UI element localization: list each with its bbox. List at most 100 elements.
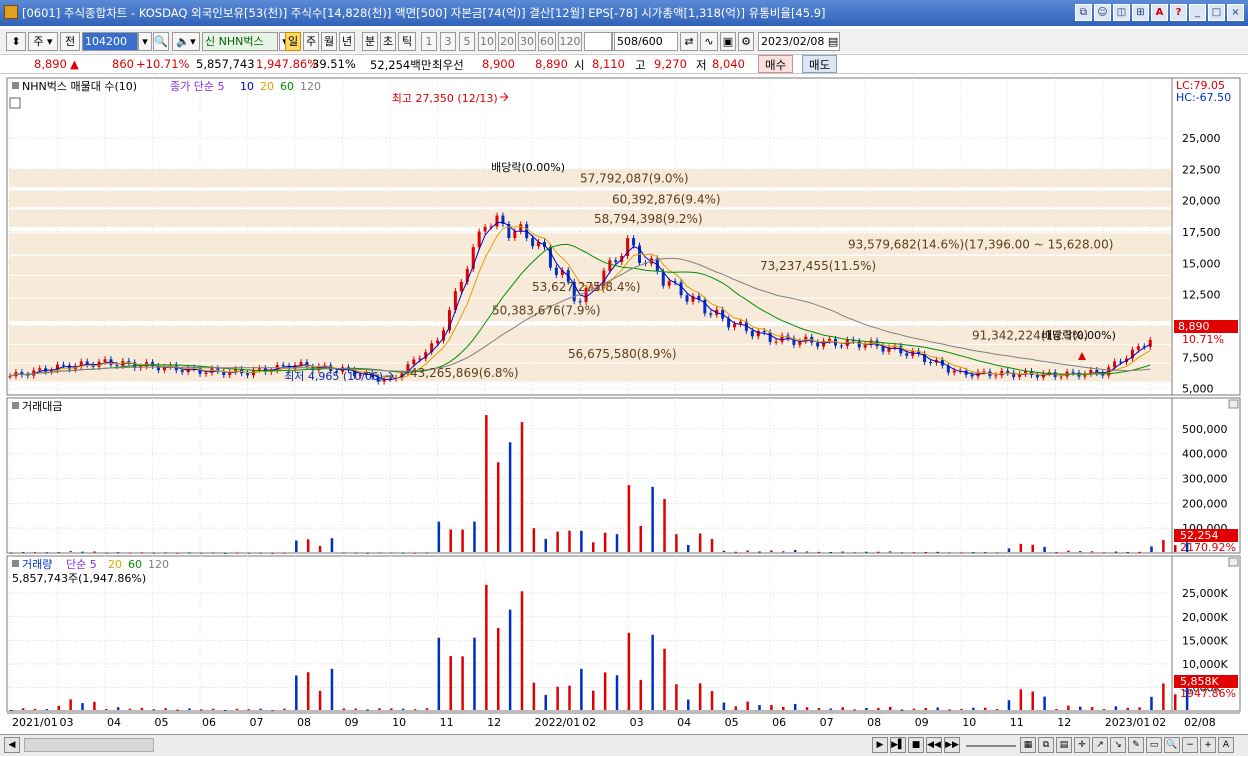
volume-bar	[176, 709, 179, 711]
amount-bar	[651, 486, 654, 552]
y-tick-label: 500,000	[1182, 423, 1228, 436]
amount-bar	[164, 552, 167, 554]
volume-bar	[983, 707, 987, 710]
draw-icon[interactable]: ✎	[1128, 737, 1144, 753]
volume-bar	[425, 708, 429, 710]
volume-bar	[1102, 708, 1106, 710]
candle-body	[1136, 346, 1140, 350]
amount-bar	[770, 550, 773, 552]
amount-bar	[413, 552, 417, 554]
crosshair-icon[interactable]: ✛	[1074, 737, 1090, 753]
scroll-right-button[interactable]: ▶	[872, 737, 888, 753]
volume-bar	[532, 682, 536, 710]
y-tick-label: 22,500	[1182, 163, 1221, 176]
candle-body	[608, 260, 612, 271]
scrollbar: ◀ ▶ ▶▌ ■ ◀◀ ▶▶ ▦ ⧉ ▤ ✛ ↗ ↘ ✎ ▭ 🔍 − + A	[0, 734, 1248, 756]
amount-bar	[140, 552, 144, 554]
candle-body	[412, 359, 416, 365]
copy-icon[interactable]: ⧉	[1038, 737, 1054, 753]
amount-bar	[793, 550, 797, 552]
price-legend-ma-60: 60	[280, 80, 294, 93]
trend-line-icon[interactable]: ↗	[1092, 737, 1108, 753]
amount-bar	[1174, 545, 1177, 552]
volume-bar	[1019, 689, 1023, 710]
x-tick-label: 11	[440, 716, 454, 729]
select-icon[interactable]: ▭	[1146, 737, 1162, 753]
volume-bar	[639, 679, 643, 710]
scroll-end-button[interactable]: ▶▌	[890, 737, 906, 753]
volume-legend-ma: 단순 5	[66, 558, 97, 571]
amount-bar	[1031, 544, 1034, 552]
y-tick-label: 12,500	[1182, 289, 1221, 302]
panel-frame-1	[6, 397, 1241, 554]
scroll-left-button[interactable]: ◀	[4, 737, 20, 753]
zoom-slider[interactable]	[966, 745, 1016, 747]
candle-body	[774, 341, 778, 343]
dividend-note: 배당락(0.00%)	[491, 161, 565, 174]
y-tick-label: 20,000K	[1182, 611, 1228, 624]
candle-body	[299, 362, 303, 366]
x-tick-label: 2023/01	[1105, 716, 1151, 729]
candle-body	[459, 281, 463, 292]
amount-bar	[865, 551, 868, 553]
volume-bar	[247, 709, 251, 711]
magnify-icon[interactable]: 🔍	[1164, 737, 1180, 753]
volume-bar	[449, 655, 452, 710]
amount-bar	[69, 551, 72, 553]
amount-bar	[592, 542, 595, 552]
y-tick-label: 7,500	[1182, 351, 1214, 364]
amount-bar	[1078, 551, 1082, 553]
amount-bar	[223, 552, 227, 554]
layout-icon[interactable]: ▦	[1020, 737, 1036, 753]
amount-bar	[200, 552, 203, 554]
candle-body	[554, 267, 558, 275]
ruler-icon[interactable]: ↘	[1110, 737, 1126, 753]
candle-body	[436, 340, 440, 344]
amount-bar	[829, 552, 833, 554]
amount-bar	[948, 552, 951, 554]
zoom-out-button[interactable]: −	[1182, 737, 1198, 753]
candle-body	[679, 282, 683, 296]
volume-bar	[437, 637, 441, 710]
grid-icon[interactable]: ▤	[1056, 737, 1072, 753]
volume-bar	[936, 707, 939, 710]
amount-bar	[675, 534, 678, 552]
volume-bar	[687, 699, 690, 710]
amount-bar	[473, 521, 476, 552]
amount-bar	[105, 552, 108, 554]
auto-scale-button[interactable]: A	[1218, 737, 1234, 753]
amount-bar	[1114, 551, 1118, 553]
volume-bar	[211, 708, 215, 710]
amount-bar	[556, 531, 559, 552]
price-legend-ma-20: 20	[260, 80, 274, 93]
volume-profile-band	[9, 363, 1171, 382]
volume-bar	[770, 704, 773, 710]
candle-body	[531, 238, 535, 247]
y-tick-label: 15,000K	[1182, 634, 1228, 647]
stop-button[interactable]: ■	[908, 737, 924, 753]
volume-bar	[900, 709, 904, 711]
volume-profile-band	[9, 255, 1171, 275]
amount-bar	[817, 551, 821, 553]
volume-bar	[69, 699, 72, 710]
amount-bar	[271, 552, 274, 554]
volume-bar	[461, 656, 464, 710]
zoom-in-button[interactable]: +	[1200, 737, 1216, 753]
fast-forward-button[interactable]: ▶▶	[944, 737, 960, 753]
candle-body	[281, 364, 285, 366]
rewind-button[interactable]: ◀◀	[926, 737, 942, 753]
candle-body	[204, 372, 208, 374]
volume-profile-label: 57,792,087(9.0%)	[580, 172, 689, 186]
amount-bar	[972, 552, 975, 554]
x-tick-label: 2022/01	[535, 716, 581, 729]
volume-bar	[1174, 694, 1177, 710]
amount-bar	[983, 552, 987, 554]
volume-bar	[722, 702, 726, 710]
volume-bar	[1138, 707, 1141, 710]
amount-bar	[342, 552, 346, 554]
scroll-track[interactable]	[24, 738, 154, 752]
amount-bar	[390, 552, 393, 554]
amount-bar	[10, 552, 13, 554]
candle-body	[952, 370, 956, 373]
candle-body	[929, 362, 933, 364]
